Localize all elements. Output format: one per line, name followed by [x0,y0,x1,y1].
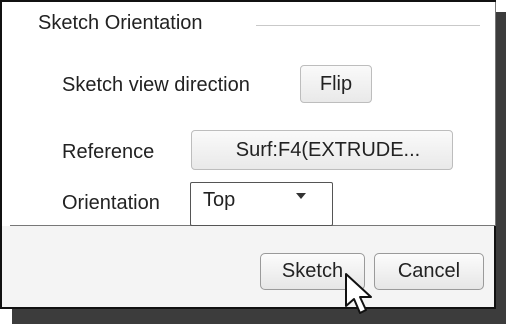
dialog-content: Sketch Orientation Sketch view direction… [10,2,496,226]
reference-field[interactable]: Surf:F4(EXTRUDE... [191,130,453,170]
chevron-down-icon [296,193,306,199]
view-direction-label: Sketch view direction [62,74,250,96]
group-divider [256,25,480,26]
group-title: Sketch Orientation [38,12,211,35]
reference-label: Reference [62,141,155,163]
orientation-dropdown[interactable]: Top [190,182,333,226]
dialog-footer: Sketch Cancel [2,226,494,307]
orientation-label: Orientation [62,192,160,214]
flip-button[interactable]: Flip [300,65,372,103]
sketch-button[interactable]: Sketch [260,253,365,290]
cancel-button[interactable]: Cancel [374,253,484,290]
sketch-dialog: Sketch Orientation Sketch view direction… [0,0,496,309]
orientation-value: Top [203,189,236,211]
